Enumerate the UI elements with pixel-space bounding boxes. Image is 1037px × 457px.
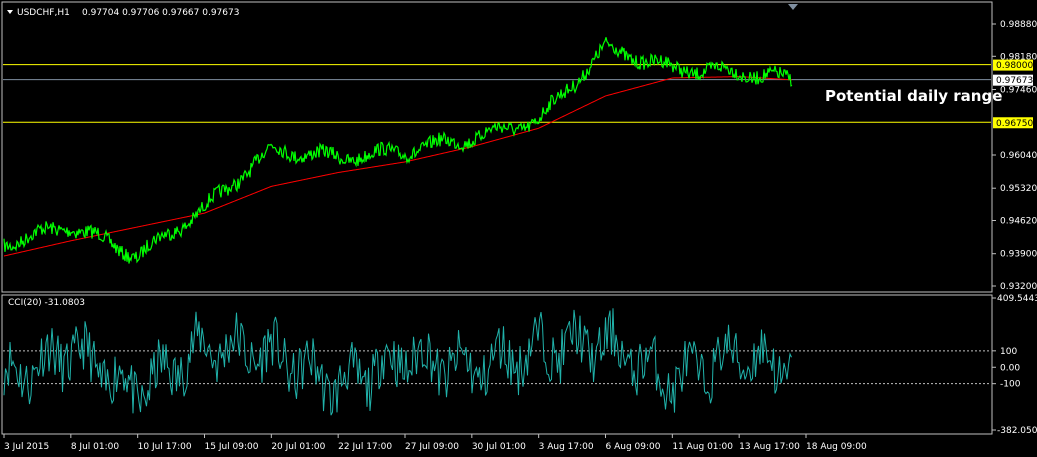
symbol-label: USDCHF,H1 [17,8,70,18]
y-tick-label: 0.98180 [1000,52,1037,62]
y-tick-label: 0.93200 [1000,282,1037,292]
indicator-label: CCI(20) -31.0803 [8,298,85,308]
cci-y-tick-label: -100 [1000,380,1021,390]
x-tick-label: 15 Jul 09:00 [205,442,259,452]
y-tick-label: 0.98880 [1000,20,1037,30]
x-tick-label: 13 Aug 17:00 [739,442,800,452]
price-level-label: 0.98000 [996,61,1033,71]
y-tick-label: 0.97460 [1000,86,1037,96]
x-tick-label: 11 Aug 01:00 [672,442,733,452]
x-tick-label: 3 Aug 17:00 [539,442,594,452]
chart-window[interactable]: 0.980000.967500.97673 0.988800.981800.97… [0,0,1037,457]
ohlc-label: 0.97704 0.97706 0.97667 0.97673 [82,8,239,18]
price-level-label: 0.96750 [996,119,1033,129]
x-tick-label: 27 Jul 09:00 [405,442,459,452]
x-tick-label: 22 Jul 17:00 [338,442,392,452]
cci-y-tick-label: 0.00 [1000,363,1020,373]
x-tick-label: 6 Aug 09:00 [606,442,661,452]
x-tick-label: 30 Jul 01:00 [472,442,526,452]
y-tick-label: 0.95320 [1000,184,1037,194]
cci-y-tick-label: -382.0508 [997,426,1037,436]
x-tick-label: 10 Jul 17:00 [138,442,192,452]
y-tick-label: 0.94620 [1000,217,1037,227]
annotation-text: Potential daily range [825,87,1002,105]
x-tick-label: 8 Jul 01:00 [71,442,120,452]
cci-y-tick-label: 409.5443 [997,294,1037,304]
cci-y-tick-label: 100 [1000,347,1017,357]
x-tick-label: 20 Jul 01:00 [271,442,325,452]
y-tick-label: 0.93900 [1000,250,1037,260]
x-tick-label: 3 Jul 2015 [4,442,49,452]
y-tick-label: 0.96040 [1000,151,1037,161]
x-tick-label: 18 Aug 09:00 [806,442,867,452]
